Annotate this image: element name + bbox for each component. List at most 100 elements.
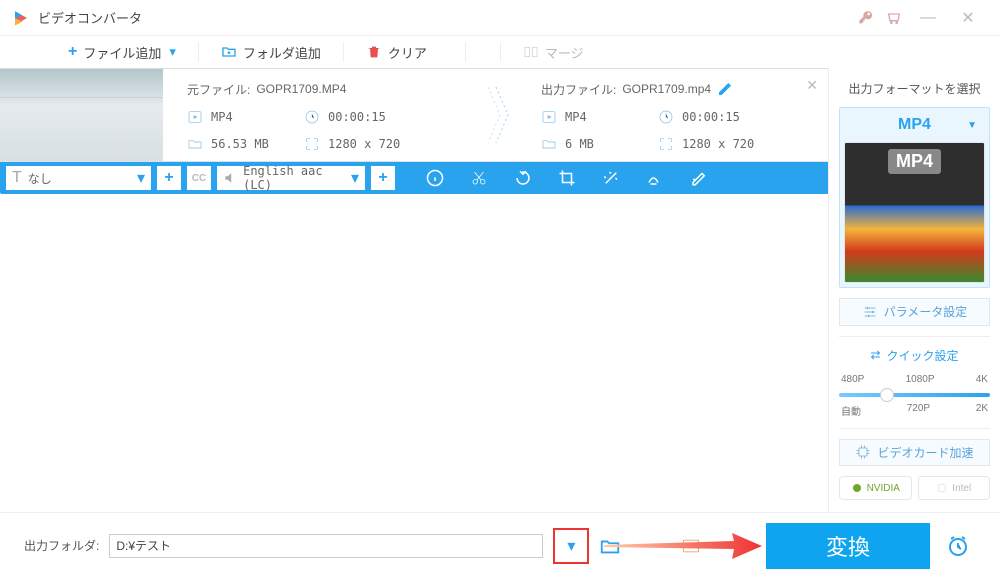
output-format-box: MP4 MP4 bbox=[839, 107, 990, 288]
dst-resolution: 1280 x 720 bbox=[682, 137, 814, 151]
clock-icon bbox=[658, 109, 674, 125]
convert-button[interactable]: 変換 bbox=[766, 523, 930, 569]
info-icon[interactable] bbox=[425, 168, 445, 188]
file-item[interactable]: ✕ 元ファイル: GOPR1709.MP4 MP4 00:00:15 56.53… bbox=[0, 68, 828, 162]
audio-value: English aac (LC) bbox=[243, 164, 345, 192]
convert-label: 変換 bbox=[826, 530, 870, 562]
add-file-label: ファイル追加 bbox=[83, 43, 161, 62]
toolbar: + ファイル追加 ▾ フォルダ追加 クリア マージ bbox=[0, 36, 1000, 68]
param-label: パラメータ設定 bbox=[884, 303, 968, 320]
folder-icon bbox=[187, 136, 203, 152]
src-format: MP4 bbox=[211, 110, 296, 124]
bottom-bar: 出力フォルダ: D:¥テスト ▾ 変換 bbox=[0, 512, 1000, 578]
q-auto: 自動 bbox=[841, 403, 861, 418]
crop-icon[interactable] bbox=[557, 168, 577, 188]
output-folder-input[interactable]: D:¥テスト bbox=[109, 534, 543, 558]
watermark-icon[interactable] bbox=[645, 168, 665, 188]
subtitle-dropdown[interactable]: T なし ▾ bbox=[6, 166, 151, 190]
cc-button[interactable]: CC bbox=[187, 166, 211, 190]
src-filename: GOPR1709.MP4 bbox=[256, 82, 346, 96]
chevron-down-icon: ▾ bbox=[351, 168, 359, 188]
trash-icon bbox=[366, 44, 382, 60]
dst-header: 出力ファイル: bbox=[541, 81, 616, 98]
chevron-down-icon: ▾ bbox=[567, 536, 575, 556]
src-header: 元ファイル: bbox=[187, 81, 250, 98]
main-area: ✕ 元ファイル: GOPR1709.MP4 MP4 00:00:15 56.53… bbox=[0, 68, 1000, 512]
audio-dropdown[interactable]: English aac (LC) ▾ bbox=[217, 166, 365, 190]
separator bbox=[500, 42, 501, 62]
src-resolution: 1280 x 720 bbox=[328, 137, 469, 151]
dst-format: MP4 bbox=[565, 110, 650, 124]
output-column: 出力ファイル: GOPR1709.mp4 MP4 00:00:15 6 MB 1… bbox=[517, 69, 828, 161]
convert-arrow-icon bbox=[483, 69, 517, 161]
quick-title-label: クイック設定 bbox=[887, 347, 959, 364]
plus-icon: + bbox=[68, 43, 77, 61]
resolution-icon bbox=[304, 136, 320, 152]
cut-icon[interactable] bbox=[469, 168, 489, 188]
format-preview-icon: MP4 bbox=[844, 142, 985, 283]
clock-icon bbox=[304, 109, 320, 125]
close-button[interactable]: ✕ bbox=[948, 4, 988, 32]
q-2k: 2K bbox=[976, 403, 988, 418]
nvidia-tag: NVIDIA bbox=[839, 476, 912, 500]
clear-label: クリア bbox=[388, 43, 427, 62]
format-icon bbox=[541, 109, 557, 125]
open-folder-button[interactable] bbox=[599, 535, 621, 557]
add-subtitle-button[interactable]: + bbox=[157, 166, 181, 190]
file-info: ✕ 元ファイル: GOPR1709.MP4 MP4 00:00:15 56.53… bbox=[163, 69, 828, 161]
quick-settings-title: ⇄クイック設定 bbox=[839, 347, 990, 364]
effect-icon[interactable] bbox=[601, 168, 621, 188]
add-folder-label: フォルダ追加 bbox=[243, 43, 321, 62]
resolution-icon bbox=[658, 136, 674, 152]
quality-labels-bottom: 自動 720P 2K bbox=[839, 403, 990, 418]
q-720p: 720P bbox=[907, 403, 930, 418]
gpu-vendor-logos: NVIDIA Intel bbox=[839, 476, 990, 500]
schedule-button[interactable] bbox=[940, 528, 976, 564]
source-column: 元ファイル: GOPR1709.MP4 MP4 00:00:15 56.53 M… bbox=[163, 69, 483, 161]
video-preview-icon[interactable] bbox=[681, 536, 701, 556]
video-thumbnail[interactable] bbox=[0, 69, 163, 161]
output-folder-value: D:¥テスト bbox=[116, 537, 171, 554]
gpu-label: ビデオカード加速 bbox=[877, 444, 973, 461]
cart-icon[interactable] bbox=[880, 4, 908, 32]
merge-label: マージ bbox=[545, 43, 584, 62]
remove-item-button[interactable]: ✕ bbox=[806, 77, 818, 94]
parameter-settings-button[interactable]: パラメータ設定 bbox=[839, 298, 990, 326]
separator bbox=[465, 42, 466, 62]
gpu-accel-button[interactable]: ビデオカード加速 bbox=[839, 439, 990, 467]
edit-tool-icons bbox=[401, 168, 822, 188]
format-icon bbox=[187, 109, 203, 125]
src-duration: 00:00:15 bbox=[328, 110, 469, 124]
edit-icon[interactable] bbox=[717, 81, 733, 97]
quality-slider[interactable] bbox=[839, 393, 990, 397]
options-bar: T なし ▾ + CC English aac (LC) ▾ + bbox=[0, 162, 828, 194]
minimize-button[interactable]: — bbox=[908, 4, 948, 32]
add-audio-button[interactable]: + bbox=[371, 166, 395, 190]
add-folder-button[interactable]: フォルダ追加 bbox=[213, 43, 329, 62]
intel-label: Intel bbox=[952, 483, 971, 494]
folder-plus-icon bbox=[221, 44, 237, 60]
q-480p: 480P bbox=[841, 374, 864, 385]
quality-labels-top: 480P 1080P 4K bbox=[839, 374, 990, 385]
slider-handle[interactable] bbox=[881, 389, 893, 401]
dst-filename: GOPR1709.mp4 bbox=[622, 82, 711, 96]
subtitle-value: なし bbox=[28, 170, 52, 187]
clear-button[interactable]: クリア bbox=[358, 43, 435, 62]
output-sidebar: 出力フォーマットを選択 MP4 MP4 パラメータ設定 ⇄クイック設定 480P… bbox=[828, 68, 1000, 512]
add-file-button[interactable]: + ファイル追加 ▾ bbox=[60, 43, 184, 62]
key-icon[interactable] bbox=[852, 4, 880, 32]
nvidia-label: NVIDIA bbox=[867, 483, 900, 494]
quality-slider-area: 480P 1080P 4K 自動 720P 2K bbox=[839, 374, 990, 418]
separator bbox=[343, 42, 344, 62]
speaker-icon bbox=[223, 170, 237, 186]
format-dropdown[interactable]: MP4 bbox=[844, 112, 985, 138]
merge-button[interactable]: マージ bbox=[515, 43, 592, 62]
format-dropdown-value: MP4 bbox=[898, 116, 931, 134]
intel-tag: Intel bbox=[918, 476, 991, 500]
rotate-icon[interactable] bbox=[513, 168, 533, 188]
src-size: 56.53 MB bbox=[211, 137, 296, 151]
dst-duration: 00:00:15 bbox=[682, 110, 814, 124]
subtitle-edit-icon[interactable] bbox=[689, 168, 709, 188]
output-folder-dropdown[interactable]: ▾ bbox=[553, 528, 589, 564]
app-logo-icon bbox=[12, 9, 30, 27]
